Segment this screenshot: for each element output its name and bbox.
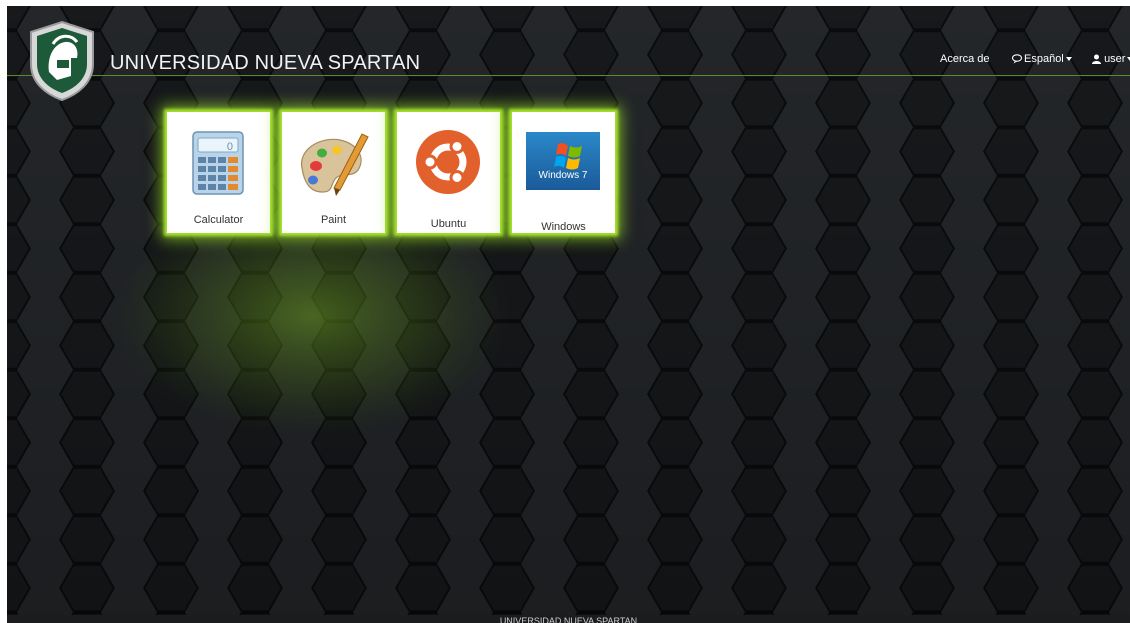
app-label: Windows: [541, 221, 586, 233]
user-menu[interactable]: user: [1092, 53, 1130, 65]
brand-title[interactable]: UNIVERSIDAD NUEVA SPARTAN: [110, 52, 420, 75]
desktop-screen: UNIVERSIDAD NUEVA SPARTAN Acerca de Espa…: [7, 6, 1130, 623]
svg-text:Windows 7: Windows 7: [539, 170, 588, 181]
app-tile-paint[interactable]: Paint: [282, 112, 385, 233]
paint-palette-icon: [300, 133, 369, 196]
ubuntu-logo-icon: [416, 130, 480, 194]
app-tile-calculator[interactable]: 0 Calculator: [167, 112, 270, 233]
language-dropdown[interactable]: Español: [1011, 53, 1072, 65]
app-label: Paint: [320, 214, 347, 226]
app-tile-ubuntu[interactable]: Ubuntu: [397, 112, 500, 233]
top-navbar: UNIVERSIDAD NUEVA SPARTAN Acerca de Espa…: [7, 6, 1130, 102]
app-label: Calculator: [193, 214, 244, 226]
footer: UNIVERSIDAD NUEVA SPARTAN: [7, 615, 1130, 623]
app-label: Ubuntu: [430, 218, 467, 230]
chevron-down-icon: [1065, 57, 1072, 62]
about-link[interactable]: Acerca de: [940, 53, 990, 65]
svg-text:0: 0: [227, 141, 233, 153]
navbar-divider: [7, 75, 1130, 76]
chat-bubble-icon: [1011, 54, 1023, 64]
language-label: Español: [1024, 53, 1064, 65]
windows-7-logo-icon: Windows 7: [526, 132, 600, 190]
calculator-icon: 0: [192, 131, 244, 195]
spartan-shield-logo-icon[interactable]: [27, 20, 97, 102]
user-icon: [1092, 54, 1101, 65]
app-tile-windows[interactable]: Windows 7 Windows: [512, 112, 615, 233]
user-label: user: [1104, 53, 1126, 65]
hexagon-background: [7, 6, 1130, 623]
